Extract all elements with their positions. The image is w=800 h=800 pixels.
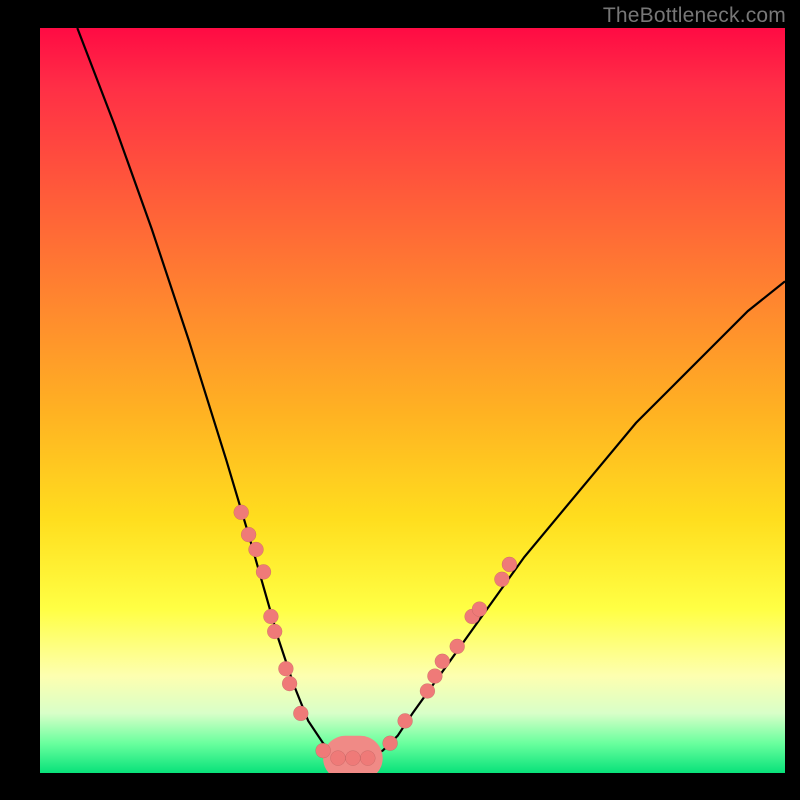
data-point (331, 751, 346, 766)
plot-area (40, 28, 785, 773)
chart-frame: TheBottleneck.com (0, 0, 800, 800)
data-point (263, 609, 278, 624)
watermark-text: TheBottleneck.com (603, 4, 786, 28)
data-point (267, 624, 282, 639)
data-point (360, 751, 375, 766)
data-point (282, 676, 297, 691)
data-point (472, 602, 487, 617)
data-point (420, 684, 435, 699)
curve-svg (40, 28, 785, 773)
data-point (316, 743, 331, 758)
data-point (234, 505, 249, 520)
data-point (293, 706, 308, 721)
data-point (278, 661, 293, 676)
data-point (256, 564, 271, 579)
bottleneck-curve (77, 28, 785, 758)
data-point (398, 713, 413, 728)
data-point (494, 572, 509, 587)
data-point (450, 639, 465, 654)
data-point (383, 736, 398, 751)
data-point (502, 557, 517, 572)
data-point (249, 542, 264, 557)
data-point (427, 669, 442, 684)
data-point (435, 654, 450, 669)
data-point (345, 751, 360, 766)
data-point (241, 527, 256, 542)
